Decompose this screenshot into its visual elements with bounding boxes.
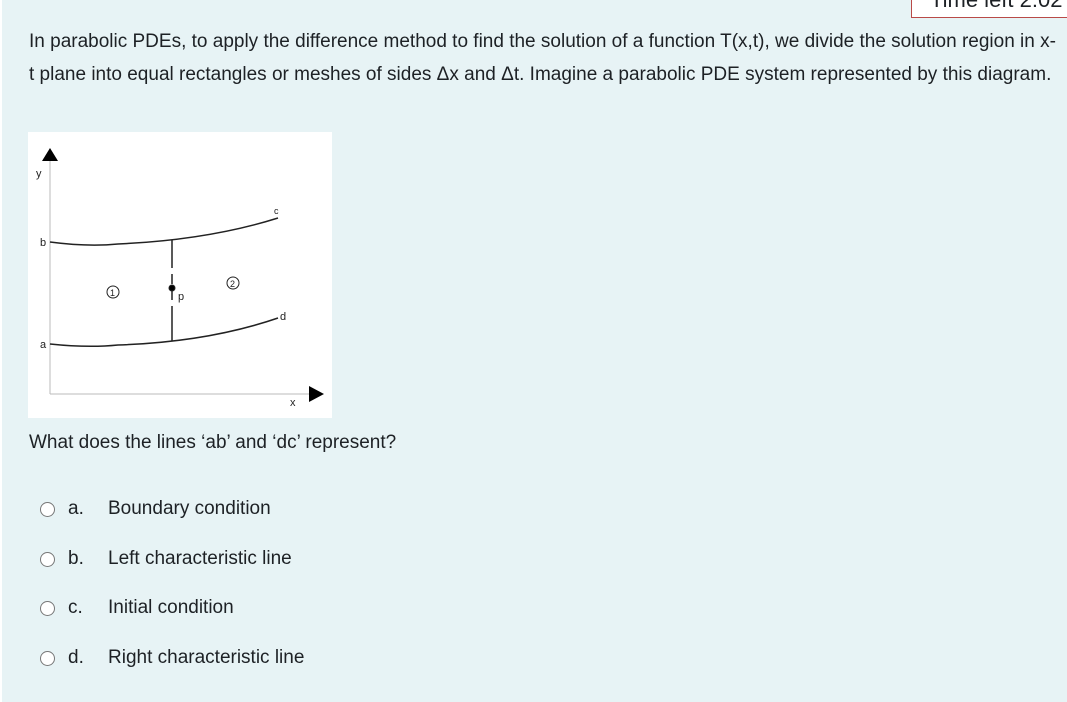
y-axis-arrow-icon (42, 148, 58, 161)
option-a[interactable]: a. Boundary condition (40, 498, 271, 520)
curve-bc (49, 217, 279, 246)
time-left-text: Time left 2:02 (930, 0, 1062, 12)
label-d: d (280, 311, 286, 323)
radio-button[interactable] (40, 551, 55, 567)
option-label: Initial condition (108, 597, 234, 618)
option-letter: b. (68, 548, 84, 569)
option-letter: c. (68, 597, 83, 618)
option-label: Right characteristic line (108, 647, 305, 668)
option-d[interactable]: d. Right characteristic line (40, 647, 304, 669)
label-c: c (274, 206, 279, 216)
radio-button[interactable] (40, 650, 55, 666)
radio-button[interactable] (40, 501, 55, 517)
option-c[interactable]: c. Initial condition (40, 597, 234, 619)
label-x: x (290, 397, 296, 409)
time-left-badge: Time left 2:02 (911, 0, 1067, 18)
option-letter: a. (68, 498, 84, 519)
label-p: p (178, 291, 184, 303)
option-label: Left characteristic line (108, 548, 292, 569)
curve-ad (49, 317, 279, 348)
pde-diagram: y x b a c d p 1 2 (28, 132, 332, 418)
label-y: y (36, 168, 42, 180)
question-prompt: What does the lines ‘ab’ and ‘dc’ repres… (29, 432, 397, 453)
option-b[interactable]: b. Left characteristic line (40, 548, 292, 570)
question-text: In parabolic PDEs, to apply the differen… (29, 31, 1056, 85)
option-letter: d. (68, 647, 84, 668)
point-p (168, 284, 176, 292)
label-region-1: 1 (110, 288, 115, 298)
radio-button[interactable] (40, 600, 55, 616)
label-a: a (40, 339, 47, 351)
option-label: Boundary condition (108, 498, 271, 519)
label-b: b (40, 237, 46, 249)
x-axis-arrow-icon (309, 386, 324, 402)
label-region-2: 2 (230, 279, 235, 289)
